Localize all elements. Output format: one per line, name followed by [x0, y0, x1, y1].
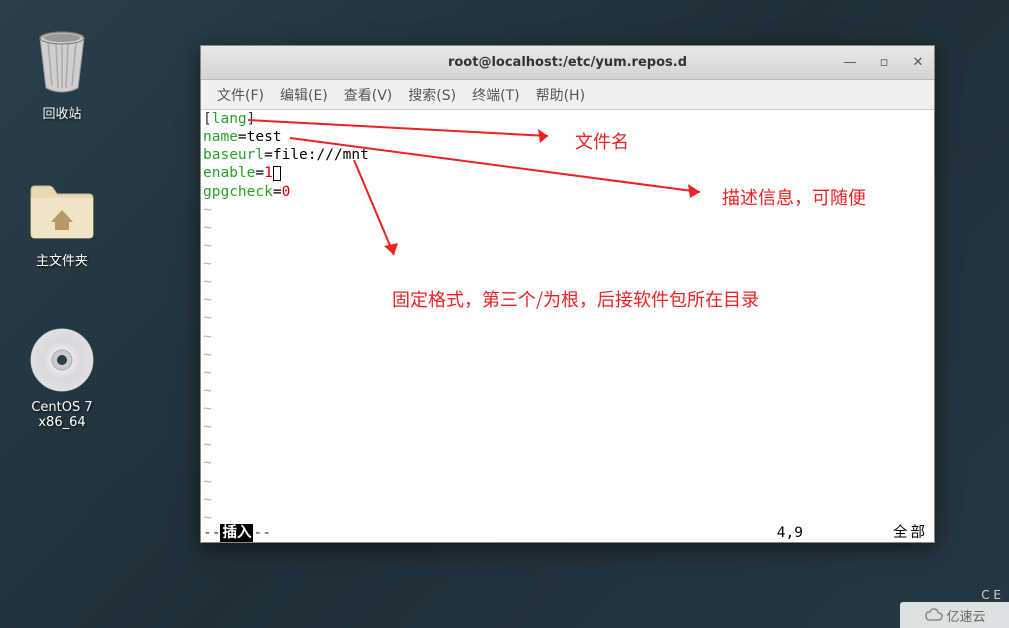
value-gpgcheck: 0: [282, 184, 291, 200]
window-title: root@localhost:/etc/yum.repos.d: [448, 55, 687, 70]
section-name: lang: [212, 111, 247, 127]
desktop-icon-home[interactable]: 主文件夹: [12, 175, 112, 269]
vim-tilde: ~: [203, 473, 932, 491]
desktop-icon-label: 回收站: [12, 103, 112, 122]
watermark-text: 亿速云: [946, 606, 985, 625]
scroll-indicator: 全部: [893, 524, 932, 542]
vim-tilde: ~: [203, 328, 932, 346]
vim-status-line: -- 插入 -- 4,9 全部: [203, 524, 932, 542]
annotation-description: 描述信息，可随便: [722, 184, 866, 210]
menu-terminal[interactable]: 终端(T): [464, 81, 527, 109]
window-controls: — ▫ ✕: [840, 53, 928, 73]
maximize-button[interactable]: ▫: [874, 53, 894, 73]
status-dashes: --: [253, 524, 270, 542]
vim-mode: 插入: [220, 524, 253, 542]
value-enable: 1: [264, 165, 273, 181]
menubar: 文件(F) 编辑(E) 查看(V) 搜索(S) 终端(T) 帮助(H): [201, 80, 934, 110]
titlebar[interactable]: root@localhost:/etc/yum.repos.d — ▫ ✕: [201, 46, 934, 80]
desktop-icon-trash[interactable]: 回收站: [12, 28, 112, 122]
menu-search[interactable]: 搜索(S): [400, 81, 464, 109]
close-button[interactable]: ✕: [908, 53, 928, 73]
vim-tilde: ~: [203, 346, 932, 364]
key-gpgcheck: gpgcheck: [203, 184, 273, 200]
vim-tilde: ~: [203, 219, 932, 237]
equals: =: [264, 147, 273, 163]
folder-icon: [27, 175, 97, 245]
menu-file[interactable]: 文件(F): [209, 81, 272, 109]
bracket: [: [203, 111, 212, 127]
arrow-icon: [350, 160, 410, 270]
menu-edit[interactable]: 编辑(E): [272, 81, 336, 109]
vim-tilde: ~: [203, 364, 932, 382]
cursor: [273, 166, 281, 181]
vim-tilde: ~: [203, 309, 932, 327]
annotation-format: 固定格式，第三个/为根，后接软件包所在目录: [392, 286, 759, 312]
vim-tilde: ~: [203, 255, 932, 273]
vim-tilde: ~: [203, 382, 932, 400]
cd-icon: [27, 325, 97, 395]
desktop-icon-label: 主文件夹: [12, 250, 112, 269]
vim-tilde: ~: [203, 400, 932, 418]
cursor-position: 4,9: [777, 524, 893, 542]
desktop-icon-cd[interactable]: CentOS 7 x86_64: [12, 325, 112, 430]
vim-tilde: ~: [203, 491, 932, 509]
minimize-button[interactable]: —: [840, 53, 860, 73]
vim-tilde: ~: [203, 237, 932, 255]
key-baseurl: baseurl: [203, 147, 264, 163]
status-dashes: --: [203, 524, 220, 542]
vim-tilde: ~: [203, 436, 932, 454]
key-name: name: [203, 129, 238, 145]
equals: =: [255, 165, 264, 181]
vim-tilde: ~: [203, 418, 932, 436]
panel-indicator: C E: [981, 588, 1001, 602]
vim-tilde: ~: [203, 454, 932, 472]
equals: =: [238, 129, 247, 145]
menu-view[interactable]: 查看(V): [336, 81, 401, 109]
menu-help[interactable]: 帮助(H): [528, 81, 593, 109]
trash-icon: [27, 28, 97, 98]
key-enable: enable: [203, 165, 255, 181]
equals: =: [273, 184, 282, 200]
desktop-icon-label: CentOS 7 x86_64: [12, 400, 112, 430]
watermark: 亿速云: [900, 602, 1009, 628]
